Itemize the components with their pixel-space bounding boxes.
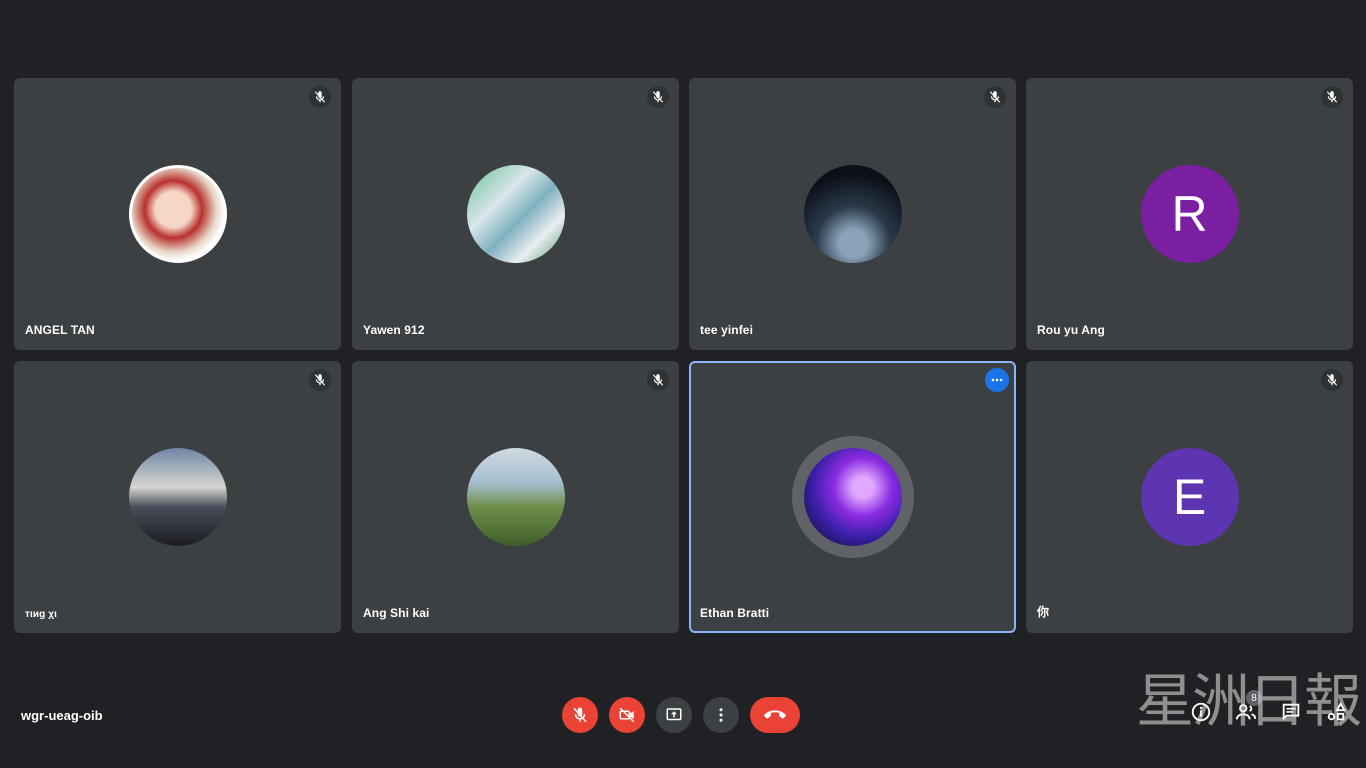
participant-name: Rou yu Ang xyxy=(1037,323,1105,337)
participant-name: ANGEL TAN xyxy=(25,323,95,337)
participant-name: Yawen 912 xyxy=(363,323,425,337)
participant-name: Ang Shi kai xyxy=(363,606,430,620)
mic-toggle-button[interactable] xyxy=(562,697,598,733)
participant-tile[interactable]: tee yinfei xyxy=(689,78,1016,350)
participant-tile-active-speaker[interactable]: Ethan Bratti xyxy=(689,361,1016,633)
more-vert-icon xyxy=(719,708,723,722)
participant-tile[interactable]: ANGEL TAN xyxy=(14,78,341,350)
participant-name: tee yinfei xyxy=(700,323,754,337)
mic-muted-icon xyxy=(647,86,669,108)
call-controls xyxy=(562,697,800,733)
watermark-logo: 星洲日報 xyxy=(1135,667,1362,735)
videocam-off-icon xyxy=(619,707,635,723)
mic-muted-icon xyxy=(1321,369,1343,391)
participant-avatar: R xyxy=(1140,165,1239,263)
meeting-code[interactable]: wgr-ueag-oib xyxy=(21,708,103,723)
participant-avatar xyxy=(466,448,565,546)
more-options-button[interactable] xyxy=(703,697,739,733)
mic-muted-icon xyxy=(309,86,331,108)
mic-muted-icon xyxy=(309,369,331,391)
more-options-icon[interactable] xyxy=(985,368,1009,392)
participant-tile[interactable]: R Rou yu Ang xyxy=(1026,78,1353,350)
participant-avatar: E xyxy=(1140,448,1239,546)
mic-muted-icon xyxy=(1321,86,1343,108)
mic-muted-icon xyxy=(984,86,1006,108)
participant-grid: ANGEL TAN Yawen 912 tee yinfei R Rou yu … xyxy=(0,0,1366,768)
mic-muted-icon xyxy=(647,369,669,391)
present-screen-icon xyxy=(666,708,682,721)
participant-tile-self[interactable]: E 你 xyxy=(1026,361,1353,633)
mic-off-icon xyxy=(573,707,587,723)
participant-tile[interactable]: Ang Shi kai xyxy=(352,361,679,633)
participant-name: Ethan Bratti xyxy=(700,606,770,620)
participant-avatar xyxy=(466,165,565,263)
participant-avatar xyxy=(128,165,227,263)
participant-name: тιиg χι xyxy=(25,609,57,620)
participant-tile[interactable]: тιиg χι xyxy=(14,361,341,633)
leave-call-button[interactable] xyxy=(750,697,800,733)
participant-avatar xyxy=(803,165,902,263)
participant-tile[interactable]: Yawen 912 xyxy=(352,78,679,350)
present-now-button[interactable] xyxy=(656,697,692,733)
call-end-icon xyxy=(764,710,786,719)
participant-avatar xyxy=(803,448,902,546)
camera-toggle-button[interactable] xyxy=(609,697,645,733)
participant-name: 你 xyxy=(1037,605,1050,619)
participant-avatar xyxy=(128,448,227,546)
